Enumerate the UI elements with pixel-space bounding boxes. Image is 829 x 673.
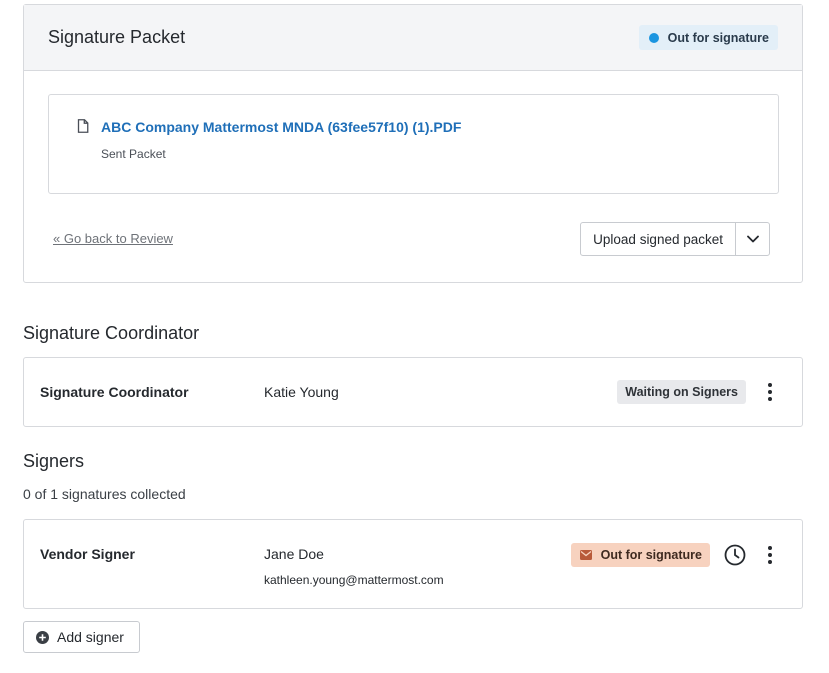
signer-name: Jane Doe [264, 546, 324, 562]
signatures-count: 0 of 1 signatures collected [23, 486, 186, 502]
plus-circle-icon [36, 630, 49, 644]
status-dot-icon [648, 32, 659, 43]
document-subtitle: Sent Packet [101, 147, 166, 161]
kebab-icon [768, 383, 772, 401]
document-item: ABC Company Mattermost MNDA (63fee57f10)… [48, 94, 779, 194]
packet-status-label: Out for signature [667, 30, 769, 45]
signer-email: kathleen.young@mattermost.com [264, 573, 444, 587]
document-link[interactable]: ABC Company Mattermost MNDA (63fee57f10)… [101, 119, 461, 135]
signer-status-label: Out for signature [600, 548, 702, 562]
upload-signed-packet-split-button: Upload signed packet [580, 222, 770, 256]
signer-role: Vendor Signer [40, 546, 135, 562]
signer-menu-button[interactable] [760, 543, 780, 567]
chevron-down-icon [746, 235, 759, 243]
mail-icon [579, 550, 592, 560]
clock-icon[interactable] [723, 543, 747, 567]
add-signer-label: Add signer [57, 629, 124, 645]
packet-title: Signature Packet [48, 27, 186, 47]
upload-signed-packet-button[interactable]: Upload signed packet [581, 223, 736, 255]
document-icon [77, 119, 89, 133]
coordinator-name: Katie Young [264, 384, 339, 400]
signers-heading: Signers [23, 451, 85, 471]
packet-header: Signature Packet Out for signature [24, 5, 802, 71]
signature-packet-card: Signature Packet Out for signature ABC C… [23, 4, 803, 283]
upload-options-dropdown[interactable] [736, 223, 769, 255]
coordinator-role: Signature Coordinator [40, 384, 189, 400]
coordinator-status-badge: Waiting on Signers [617, 380, 746, 404]
packet-status-badge: Out for signature [638, 25, 778, 50]
add-signer-button[interactable]: Add signer [23, 621, 140, 653]
coordinator-row: Signature Coordinator Katie Young Waitin… [23, 357, 803, 427]
signer-status-badge: Out for signature [570, 543, 710, 567]
kebab-icon [768, 546, 772, 564]
signer-row: Vendor Signer Jane Doe kathleen.young@ma… [23, 519, 803, 609]
go-back-to-review-link[interactable]: « Go back to Review [53, 231, 173, 246]
coordinator-menu-button[interactable] [760, 380, 780, 404]
signature-coordinator-heading: Signature Coordinator [23, 323, 200, 343]
